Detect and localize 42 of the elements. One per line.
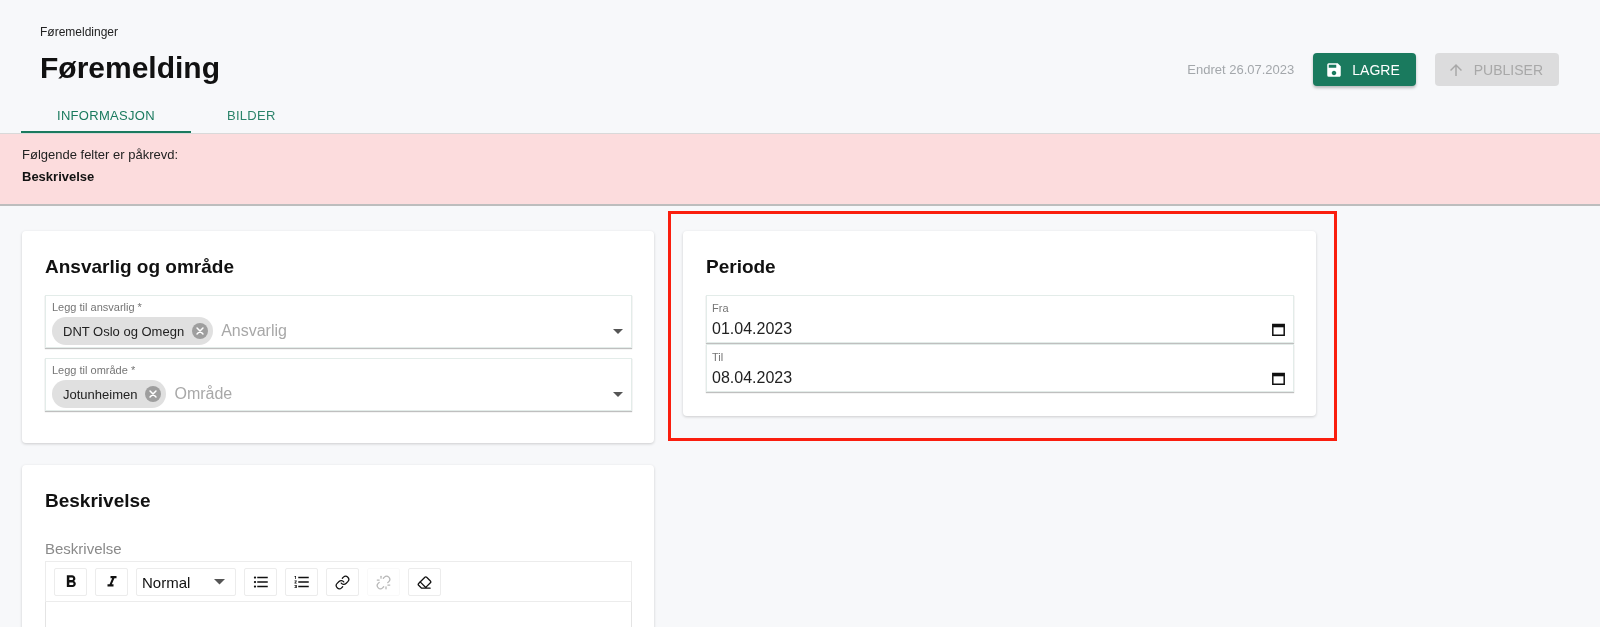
required-field-name: Beskrivelse bbox=[22, 168, 95, 186]
unlink-icon bbox=[376, 574, 391, 590]
close-icon[interactable] bbox=[145, 386, 162, 402]
calendar-icon[interactable] bbox=[1272, 371, 1285, 385]
field-label: Fra bbox=[712, 301, 729, 315]
card-title: Beskrivelse bbox=[45, 489, 151, 513]
date-field[interactable]: Fra 01.04.2023 bbox=[706, 295, 1294, 343]
banner-message: Følgende felter er påkrevd: bbox=[22, 146, 179, 164]
field-label: Legg til område * bbox=[52, 363, 136, 377]
link-icon bbox=[335, 574, 350, 590]
date-field[interactable]: Til 08.04.2023 bbox=[706, 344, 1294, 392]
bullet-list-button[interactable] bbox=[244, 568, 277, 596]
eraser-icon bbox=[417, 574, 432, 590]
bold-button[interactable] bbox=[54, 568, 87, 596]
clear-format-button[interactable] bbox=[408, 568, 441, 596]
breadcrumb[interactable]: Føremeldinger bbox=[40, 24, 119, 40]
tab[interactable]: BILDER bbox=[190, 94, 312, 133]
autocomplete-field[interactable]: Legg til område * Jotunheimen Område bbox=[45, 358, 632, 411]
field-label: Beskrivelse bbox=[45, 540, 122, 558]
chip[interactable]: Jotunheimen bbox=[52, 380, 167, 408]
calendar-icon[interactable] bbox=[1272, 322, 1285, 336]
close-icon[interactable] bbox=[192, 323, 209, 339]
field-label: Legg til ansvarlig * bbox=[52, 300, 142, 314]
card-title: Periode bbox=[706, 255, 776, 279]
numbered-list-button[interactable] bbox=[285, 568, 318, 596]
caret-icon bbox=[613, 391, 623, 397]
caret-icon bbox=[214, 579, 225, 585]
date-input[interactable]: 01.04.2023 bbox=[712, 320, 1264, 338]
caret-icon bbox=[613, 328, 623, 334]
field-label: Til bbox=[712, 350, 724, 364]
card-title: Ansvarlig og område bbox=[45, 255, 234, 279]
save-icon bbox=[1325, 60, 1344, 79]
date-input[interactable]: 08.04.2023 bbox=[712, 369, 1264, 387]
autocomplete-field[interactable]: Legg til ansvarlig * DNT Oslo og Omegn Ansvarlig bbox=[45, 295, 632, 348]
save-button[interactable]: LAGRE bbox=[1313, 53, 1416, 86]
page-title: Føremelding bbox=[40, 50, 220, 86]
italic-button[interactable] bbox=[95, 568, 128, 596]
numbered-list-icon bbox=[292, 573, 311, 591]
link-button[interactable] bbox=[326, 568, 359, 596]
chip[interactable]: DNT Oslo og Omegn bbox=[52, 317, 214, 345]
changed-date: Endret 26.07.2023 bbox=[1187, 62, 1295, 77]
block-type-select[interactable]: Normal bbox=[136, 568, 236, 596]
